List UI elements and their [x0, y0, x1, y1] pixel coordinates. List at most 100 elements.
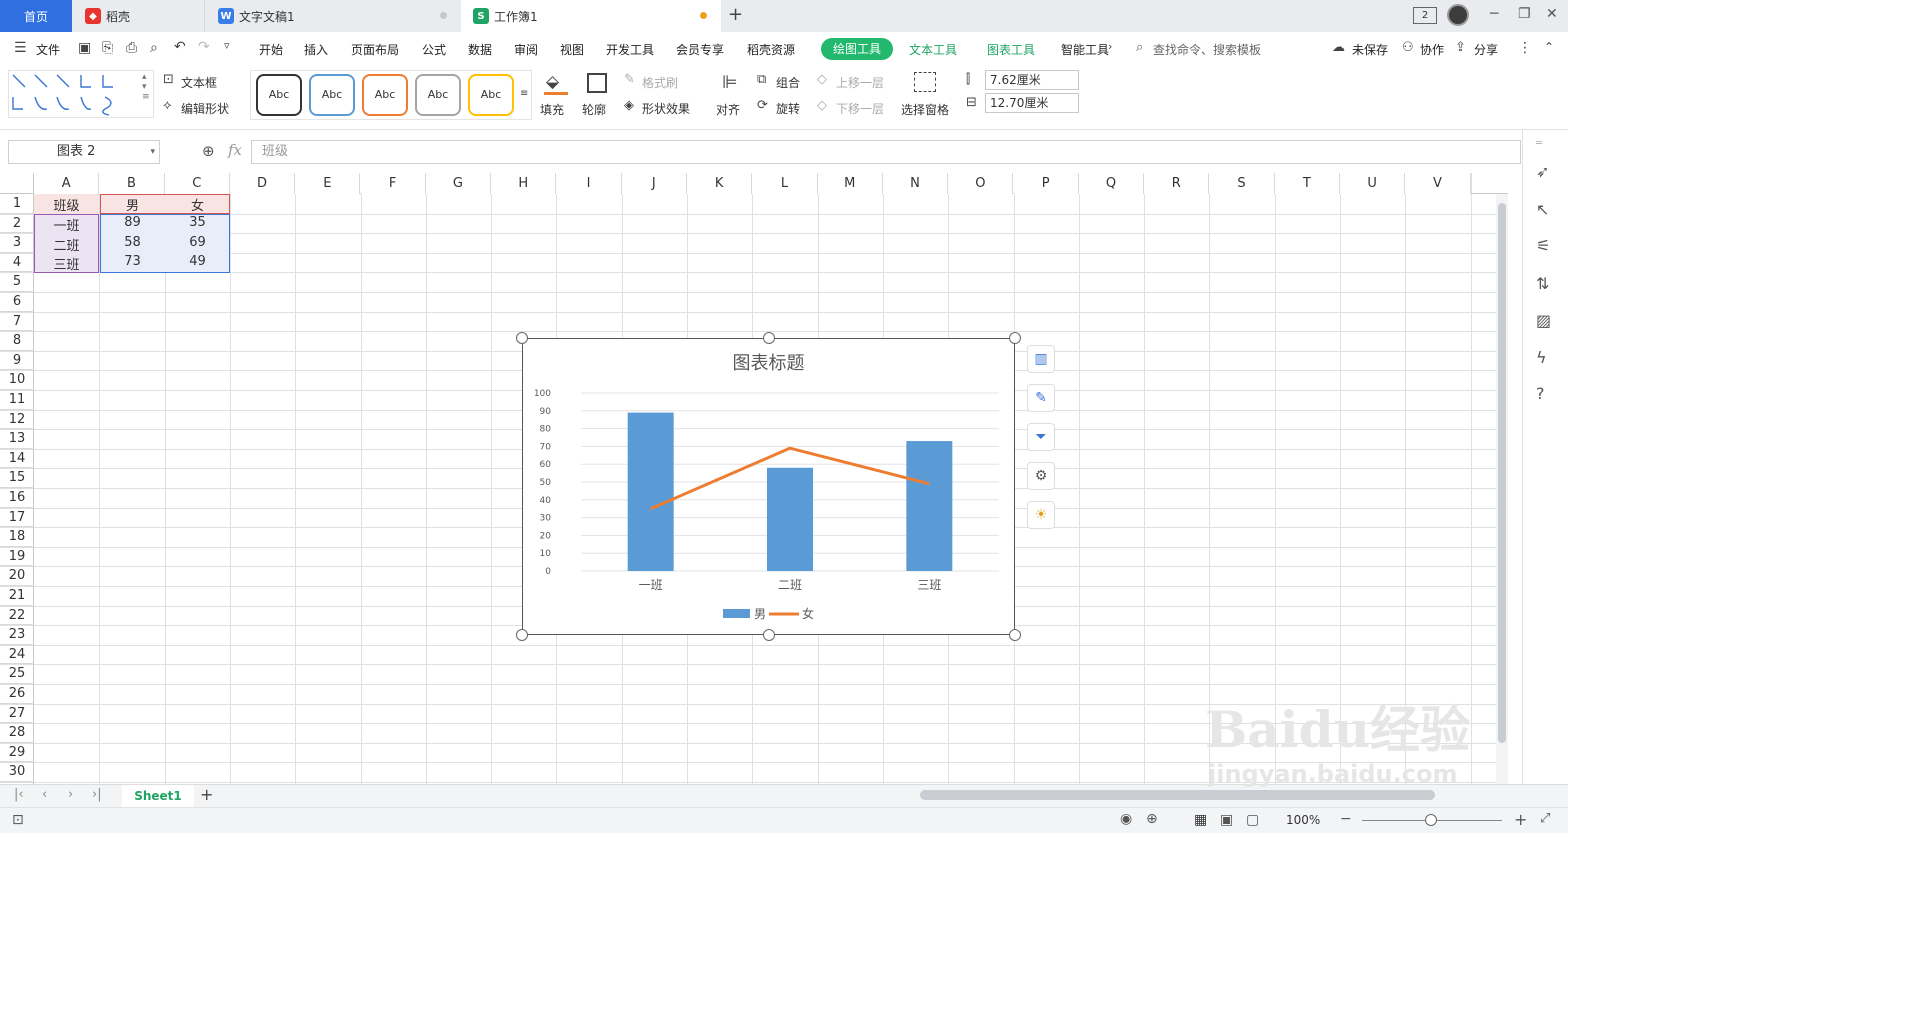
share-button[interactable]: 分享 [1474, 41, 1498, 58]
row-header-24[interactable]: 24 [0, 645, 34, 665]
row-header-1[interactable]: 1 [0, 194, 34, 214]
cell-C3[interactable]: 69 [165, 235, 230, 250]
window-count-badge[interactable]: 2 [1413, 7, 1437, 24]
style-more-icon[interactable]: ≡ [520, 88, 528, 99]
menu-file[interactable]: 文件 [36, 41, 60, 58]
row-header-22[interactable]: 22 [0, 606, 34, 626]
column-header-P[interactable]: P [1013, 173, 1079, 194]
row-header-3[interactable]: 3 [0, 233, 34, 253]
command-search[interactable]: 查找命令、搜索模板 [1153, 41, 1261, 58]
tab-chart-tools[interactable]: 图表工具 [987, 41, 1035, 58]
send-backward-button[interactable]: 下移一层 [836, 100, 884, 117]
tab-close-icon[interactable] [440, 12, 447, 19]
menu-review[interactable]: 审阅 [514, 41, 538, 58]
undo-icon[interactable]: ↶ [174, 39, 186, 55]
resize-handle-tr[interactable] [1009, 332, 1021, 344]
row-header-29[interactable]: 29 [0, 743, 34, 763]
cell-C4[interactable]: 49 [165, 254, 230, 269]
row-header-27[interactable]: 27 [0, 704, 34, 724]
row-header-8[interactable]: 8 [0, 331, 34, 351]
zoom-out-icon[interactable]: − [1340, 811, 1352, 827]
rotate-button[interactable]: 旋转 [776, 100, 800, 117]
resize-handle-bl[interactable] [516, 629, 528, 641]
tab-smart-tools[interactable]: 智能工具 [1061, 41, 1109, 58]
column-header-C[interactable]: C [164, 173, 230, 194]
menu-start[interactable]: 开始 [259, 41, 283, 58]
column-header-K[interactable]: K [687, 173, 753, 194]
fill-button[interactable]: 填充 [540, 101, 564, 118]
cell-C2[interactable]: 35 [165, 215, 230, 230]
redo-icon[interactable]: ↷ [198, 39, 210, 55]
chart-filter-icon[interactable]: ⏷ [1027, 423, 1055, 451]
row-header-26[interactable]: 26 [0, 684, 34, 704]
sheet-tab-sheet1[interactable]: Sheet1 [122, 785, 194, 807]
column-header-U[interactable]: U [1340, 173, 1406, 194]
eye-protect-icon[interactable]: ◉ [1120, 811, 1132, 827]
selection-pane-button[interactable]: 选择窗格 [901, 101, 949, 118]
cell-B3[interactable]: 58 [100, 235, 165, 250]
close-icon[interactable]: ✕ [1546, 6, 1558, 22]
resize-handle-tl[interactable] [516, 332, 528, 344]
column-header-S[interactable]: S [1209, 173, 1275, 194]
row-header-12[interactable]: 12 [0, 410, 34, 430]
shape-style-1[interactable]: Abc [256, 74, 302, 116]
column-header-J[interactable]: J [621, 173, 687, 194]
new-tab-plus-icon[interactable]: + [728, 4, 743, 25]
input-method-icon[interactable]: ⊕ [1146, 811, 1158, 827]
first-sheet-icon[interactable]: |‹ [14, 787, 24, 802]
select-cursor-icon[interactable]: ↖ [1536, 200, 1549, 219]
column-header-G[interactable]: G [425, 173, 492, 194]
chart-ideas-lightbulb-icon[interactable]: ☀ [1027, 501, 1055, 529]
normal-view-icon[interactable]: ▦ [1194, 812, 1207, 828]
macro-record-icon[interactable]: ⊡ [12, 812, 24, 828]
help-icon[interactable]: ? [1536, 384, 1545, 403]
shape-style-5[interactable]: Abc [468, 74, 514, 116]
row-header-23[interactable]: 23 [0, 625, 34, 645]
column-header-Q[interactable]: Q [1078, 173, 1145, 194]
tab-drawing-tools[interactable]: 绘图工具 [821, 38, 893, 60]
more-options-icon[interactable]: ⋮ [1518, 40, 1532, 56]
quick-action-icon[interactable]: ϟ [1536, 348, 1547, 367]
menu-formula[interactable]: 公式 [422, 41, 446, 58]
collab-button[interactable]: 协作 [1420, 41, 1444, 58]
shape-gallery[interactable] [8, 70, 154, 118]
print-preview-icon[interactable]: ⌕ [150, 40, 158, 56]
cell-A4[interactable]: 三班 [34, 254, 99, 273]
panel-collapse-icon[interactable]: ═ [1536, 138, 1542, 149]
menu-data[interactable]: 数据 [468, 41, 492, 58]
chevron-right-icon[interactable]: › [1108, 40, 1112, 53]
tab-workbook[interactable]: S 工作簿1 [461, 0, 721, 32]
fullscreen-icon[interactable]: ⤢ [1540, 811, 1550, 826]
page-layout-view-icon[interactable]: ▣ [1220, 812, 1233, 828]
column-header-V[interactable]: V [1405, 173, 1471, 194]
shape-width-input[interactable]: 12.70厘米 [985, 93, 1079, 113]
row-header-2[interactable]: 2 [0, 214, 34, 234]
column-header-D[interactable]: D [229, 173, 296, 194]
row-header-20[interactable]: 20 [0, 566, 34, 586]
row-header-30[interactable]: 30 [0, 762, 34, 782]
menu-docer-resources[interactable]: 稻壳资源 [747, 41, 795, 58]
menu-member[interactable]: 会员专享 [676, 41, 724, 58]
row-header-14[interactable]: 14 [0, 449, 34, 469]
chart-elements-icon[interactable]: ▥ [1027, 345, 1055, 373]
add-sheet-icon[interactable]: + [200, 785, 213, 804]
menu-view[interactable]: 视图 [560, 41, 584, 58]
unsaved-status[interactable]: 未保存 [1352, 41, 1388, 58]
row-header-17[interactable]: 17 [0, 508, 34, 528]
cell-A3[interactable]: 二班 [34, 235, 99, 254]
chart-style-brush-icon[interactable]: ✎ [1027, 384, 1055, 412]
row-header-19[interactable]: 19 [0, 547, 34, 567]
zoom-slider-thumb[interactable] [1425, 814, 1437, 826]
outline-button[interactable]: 轮廓 [582, 101, 606, 118]
adjust-sliders-icon[interactable]: ⚟ [1536, 236, 1550, 255]
shape-style-4[interactable]: Abc [415, 74, 461, 116]
menu-page-layout[interactable]: 页面布局 [351, 41, 399, 58]
row-header-16[interactable]: 16 [0, 488, 34, 508]
shape-effects-button[interactable]: 形状效果 [642, 100, 690, 117]
column-header-T[interactable]: T [1274, 173, 1340, 194]
fx-icon[interactable]: fx [228, 141, 242, 159]
export-pdf-icon[interactable]: ⎘ [102, 40, 113, 56]
print-icon[interactable]: ⎙ [126, 40, 137, 56]
name-box[interactable]: 图表 2 ▾ [8, 140, 160, 164]
last-sheet-icon[interactable]: ›| [92, 787, 102, 802]
